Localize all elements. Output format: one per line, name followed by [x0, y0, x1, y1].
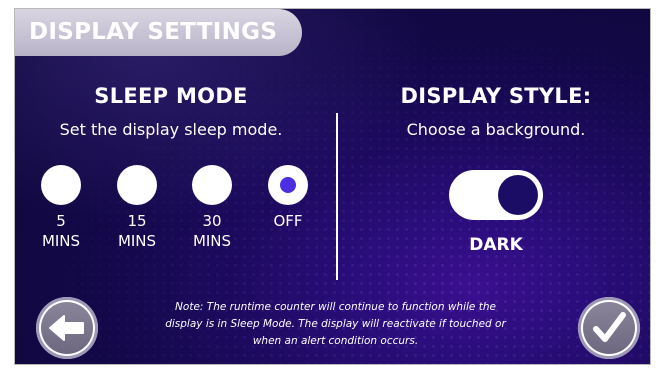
radio-button[interactable]: [41, 165, 81, 205]
sleep-mode-subtitle: Set the display sleep mode.: [59, 120, 283, 139]
option-label: OFF: [273, 212, 303, 230]
column-divider: [336, 113, 338, 280]
radio-button-selected[interactable]: [268, 165, 308, 205]
back-button[interactable]: [36, 297, 98, 359]
radio-button[interactable]: [117, 165, 157, 205]
header-tab: DISPLAY SETTINGS: [15, 9, 302, 56]
sleep-option-30-mins[interactable]: 30 MINS: [182, 165, 242, 251]
footer-note: Note: The runtime counter will continue …: [165, 301, 506, 347]
display-settings-screen: DISPLAY SETTINGS SLEEP MODE Set the disp…: [14, 8, 651, 365]
option-label: 30 MINS: [192, 212, 232, 250]
page-title: DISPLAY SETTINGS: [29, 19, 278, 45]
radio-button[interactable]: [192, 165, 232, 205]
option-label: 5 MINS: [41, 212, 81, 250]
sleep-mode-title: SLEEP MODE: [94, 84, 248, 108]
display-style-title: DISPLAY STYLE:: [400, 84, 592, 108]
sleep-option-5-mins[interactable]: 5 MINS: [31, 165, 91, 251]
checkmark-icon: [593, 312, 626, 342]
sleep-option-off[interactable]: OFF: [258, 165, 318, 231]
toggle-knob: [498, 175, 538, 215]
arrow-left-icon: [49, 315, 84, 341]
background-toggle[interactable]: [449, 170, 543, 220]
option-label: 15 MINS: [117, 212, 157, 250]
display-style-subtitle: Choose a background.: [406, 120, 586, 139]
confirm-button[interactable]: [578, 297, 640, 359]
toggle-state-label: DARK: [469, 235, 523, 255]
sleep-option-15-mins[interactable]: 15 MINS: [107, 165, 167, 251]
